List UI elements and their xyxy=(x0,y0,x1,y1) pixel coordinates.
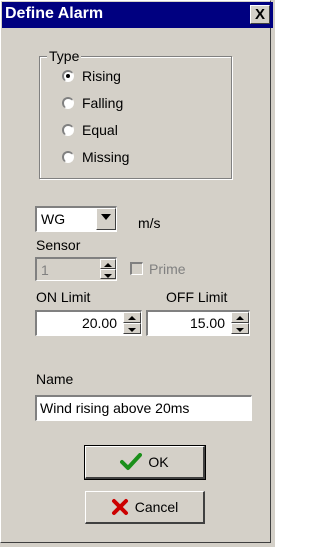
off-limit-label: OFF Limit xyxy=(166,289,228,305)
on-limit-label: ON Limit xyxy=(36,289,91,305)
arrow-down-icon xyxy=(236,328,244,332)
spin-up-button[interactable] xyxy=(100,259,116,269)
spin-up-button[interactable] xyxy=(123,312,141,323)
spin-down-button[interactable] xyxy=(231,323,249,334)
sensor-label: Sensor xyxy=(36,237,81,253)
checkmark-icon xyxy=(120,453,143,470)
ok-button[interactable]: OK xyxy=(84,445,206,480)
sensor-spinner[interactable]: 1 xyxy=(35,257,117,281)
arrow-down-icon xyxy=(104,274,112,278)
dropdown-button[interactable] xyxy=(96,208,116,230)
variable-select-value: WG xyxy=(41,211,66,227)
radio-button-icon[interactable] xyxy=(62,124,74,136)
spin-down-button[interactable] xyxy=(100,269,116,279)
sensor-value: 1 xyxy=(41,262,49,278)
off-limit-spinner[interactable]: 15.00 xyxy=(146,310,250,336)
arrow-up-icon xyxy=(128,316,136,320)
name-label: Name xyxy=(36,371,74,387)
close-button[interactable]: X xyxy=(250,5,270,24)
unit-label: m/s xyxy=(138,215,161,231)
radio-equal[interactable]: Equal xyxy=(62,120,118,140)
prime-checkbox[interactable] xyxy=(130,262,143,275)
name-input[interactable]: Wind rising above 20ms xyxy=(35,395,252,421)
radio-label: Missing xyxy=(82,149,130,165)
arrow-down-icon xyxy=(128,328,136,332)
spin-down-button[interactable] xyxy=(123,323,141,334)
arrow-up-icon xyxy=(104,263,112,267)
radio-label: Equal xyxy=(82,122,118,138)
name-input-value: Wind rising above 20ms xyxy=(40,400,190,416)
cancel-x-icon xyxy=(111,499,128,515)
on-limit-value: 20.00 xyxy=(81,315,117,331)
radio-missing[interactable]: Missing xyxy=(62,147,129,167)
type-group-legend: Type xyxy=(47,48,82,64)
off-limit-spin-buttons[interactable] xyxy=(231,312,249,334)
spin-up-button[interactable] xyxy=(231,312,249,323)
on-limit-spinner[interactable]: 20.00 xyxy=(35,310,142,336)
radio-button-icon[interactable] xyxy=(62,70,74,82)
radio-falling[interactable]: Falling xyxy=(62,93,123,113)
variable-select[interactable]: WG xyxy=(35,206,117,232)
cancel-label: Cancel xyxy=(134,499,179,515)
dialog-title: Define Alarm xyxy=(5,5,104,22)
radio-label: Falling xyxy=(82,95,124,111)
radio-rising[interactable]: Rising xyxy=(62,66,121,86)
cancel-button[interactable]: Cancel xyxy=(85,491,205,524)
define-alarm-dialog: Define Alarm X Type Rising Falling Equal… xyxy=(0,0,275,547)
radio-label: Rising xyxy=(82,68,121,84)
sensor-spin-buttons[interactable] xyxy=(100,259,116,279)
close-icon: X xyxy=(254,6,265,23)
arrow-up-icon xyxy=(236,316,244,320)
ok-label: OK xyxy=(148,454,169,470)
chevron-down-icon xyxy=(101,214,111,220)
radio-button-icon[interactable] xyxy=(62,97,74,109)
off-limit-value: 15.00 xyxy=(189,315,225,331)
prime-label: Prime xyxy=(149,261,186,277)
on-limit-spin-buttons[interactable] xyxy=(123,312,141,334)
radio-button-icon[interactable] xyxy=(62,151,74,163)
title-bar[interactable]: Define Alarm X xyxy=(2,2,273,28)
